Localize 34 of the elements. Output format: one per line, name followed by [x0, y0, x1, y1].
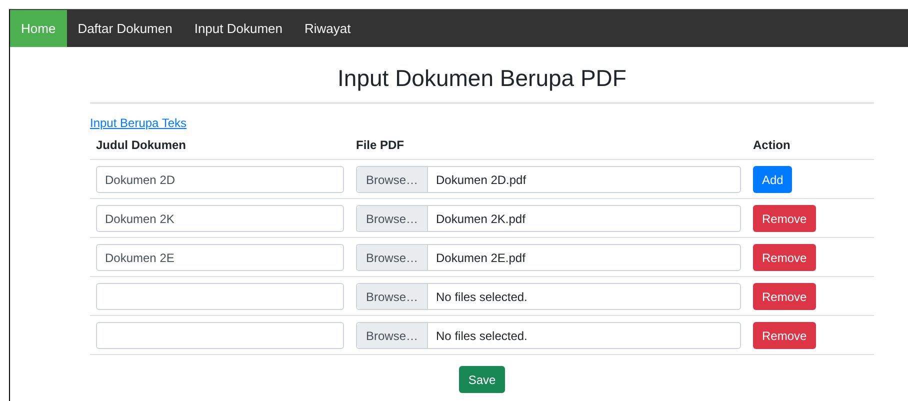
- column-header: Judul Dokumen: [96, 138, 186, 152]
- remove-button[interactable]: Remove: [753, 244, 816, 271]
- nav-tab[interactable]: Input Dokumen: [183, 10, 294, 47]
- title-field[interactable]: [96, 322, 344, 349]
- page-title: Input Dokumen Berupa PDF: [90, 47, 874, 104]
- file-name: No files selected.: [435, 288, 528, 306]
- text-input-link[interactable]: Input Berupa Teks: [90, 116, 187, 130]
- remove-button[interactable]: Remove: [753, 205, 816, 232]
- add-button[interactable]: Add: [753, 166, 792, 193]
- browse-button[interactable]: Browse…: [357, 206, 428, 231]
- file-field[interactable]: Browse… No files selected.: [356, 322, 741, 349]
- browse-button[interactable]: Browse…: [357, 284, 428, 309]
- browse-button[interactable]: Browse…: [357, 323, 428, 348]
- file-name: Dokumen 2D.pdf: [435, 172, 528, 188]
- browse-button[interactable]: Browse…: [357, 245, 428, 270]
- column-header: Action: [753, 138, 790, 152]
- nav-tab[interactable]: Riwayat: [294, 10, 362, 47]
- file-field[interactable]: Browse… Dokumen 2D.pdf: [356, 166, 741, 193]
- title-field[interactable]: Dokumen 2K: [96, 205, 344, 232]
- title-field[interactable]: [96, 283, 344, 310]
- remove-button[interactable]: Remove: [753, 283, 816, 310]
- title-field[interactable]: Dokumen 2D: [96, 166, 344, 193]
- save-button[interactable]: Save: [459, 366, 505, 393]
- remove-button[interactable]: Remove: [753, 322, 816, 349]
- file-name: Dokumen 2E.pdf: [435, 250, 526, 266]
- title-field[interactable]: Dokumen 2E: [96, 244, 344, 271]
- file-name: Dokumen 2K.pdf: [435, 210, 526, 228]
- file-name: No files selected.: [435, 328, 528, 344]
- column-header: File PDF: [356, 138, 404, 152]
- file-field[interactable]: Browse… Dokumen 2K.pdf: [356, 205, 741, 232]
- file-field[interactable]: Browse… Dokumen 2E.pdf: [356, 244, 741, 271]
- browse-button[interactable]: Browse…: [357, 167, 428, 192]
- file-field[interactable]: Browse… No files selected.: [356, 283, 741, 310]
- nav-tab[interactable]: Daftar Dokumen: [66, 10, 184, 47]
